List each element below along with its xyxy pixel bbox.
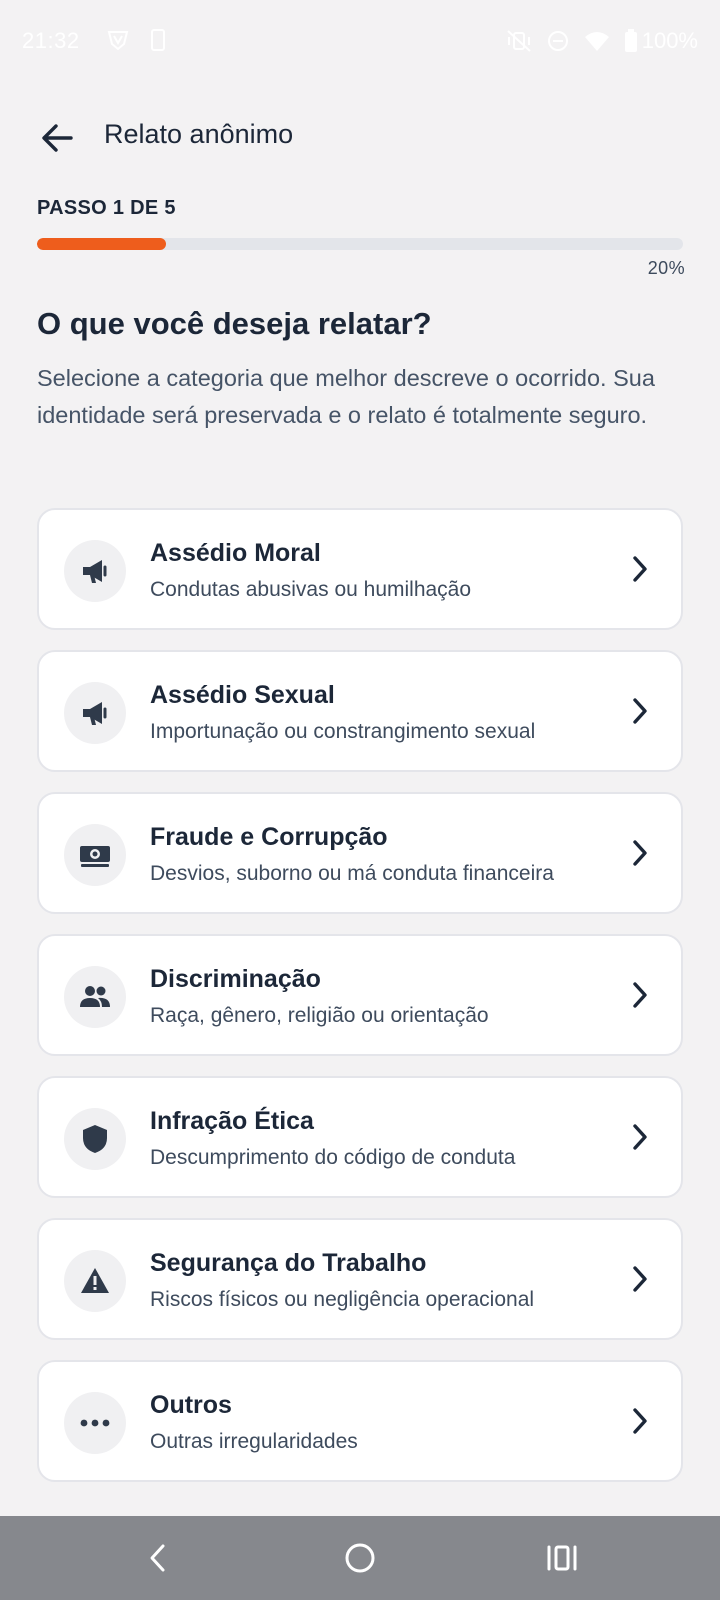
category-card-infracao-etica[interactable]: Infração Ética Descumprimento do código … (37, 1076, 683, 1198)
category-card-assedio-sexual[interactable]: Assédio Sexual Importunação ou constrang… (37, 650, 683, 772)
progress-percent: 20% (647, 258, 685, 278)
category-subtitle: Importunação ou constrangimento sexual (150, 720, 536, 743)
category-subtitle: Desvios, suborno ou má conduta financeir… (150, 862, 554, 885)
question-subtitle: Selecione a categoria que melhor descrev… (37, 365, 655, 428)
nav-home-button[interactable] (338, 1536, 382, 1580)
nav-back-button[interactable] (136, 1536, 180, 1580)
category-subtitle: Descumprimento do código de conduta (150, 1146, 516, 1169)
category-title: Outros (150, 1391, 232, 1419)
back-button[interactable] (34, 114, 82, 162)
category-subtitle: Riscos físicos ou negligência operaciona… (150, 1288, 535, 1311)
vibrate-off-icon (506, 29, 532, 53)
status-time: 21:32 (22, 28, 80, 53)
category-title: Discriminação (150, 965, 321, 993)
category-card-assedio-moral[interactable]: Assédio Moral Condutas abusivas ou humil… (37, 508, 683, 630)
category-subtitle: Raça, gênero, religião ou orientação (150, 1004, 489, 1027)
chevron-right-icon (633, 556, 647, 582)
category-title: Fraude e Corrupção (150, 823, 388, 851)
progress-bar (37, 238, 683, 250)
chevron-right-icon (633, 1408, 647, 1434)
category-title: Infração Ética (150, 1107, 314, 1135)
category-list: Assédio Moral Condutas abusivas ou humil… (37, 508, 683, 1502)
shield-icon (83, 1125, 107, 1153)
money-icon (80, 846, 110, 867)
category-subtitle: Condutas abusivas ou humilhação (150, 578, 472, 601)
step-label: PASSO 1 DE 5 (37, 197, 176, 219)
category-card-discriminacao[interactable]: Discriminação Raça, gênero, religião ou … (37, 934, 683, 1056)
arrow-left-icon (42, 124, 73, 152)
progress-fill (37, 238, 167, 250)
page-title: Relato anônimo (104, 119, 294, 149)
people-icon (80, 986, 110, 1007)
vpn-shield-icon (106, 28, 130, 52)
battery-percent: 100% (641, 28, 698, 53)
system-nav-bar (0, 1516, 720, 1600)
category-title: Segurança do Trabalho (150, 1249, 427, 1277)
category-title: Assédio Moral (150, 539, 321, 567)
nav-home-icon (345, 1543, 375, 1573)
dnd-icon (546, 29, 570, 53)
status-bar: 21:32 100% (0, 0, 720, 86)
nav-recents-icon (547, 1545, 577, 1571)
chevron-right-icon (633, 982, 647, 1008)
category-card-outros[interactable]: Outros Outras irregularidades (37, 1360, 683, 1482)
chevron-right-icon (633, 840, 647, 866)
category-subtitle: Outras irregularidades (150, 1430, 358, 1453)
wifi-icon (584, 30, 610, 52)
battery-icon: 100% (624, 28, 698, 54)
category-card-seguranca-trabalho[interactable]: Segurança do Trabalho Riscos físicos ou … (37, 1218, 683, 1340)
chevron-right-icon (633, 698, 647, 724)
nav-back-icon (150, 1544, 165, 1572)
category-card-fraude-corrupcao[interactable]: Fraude e Corrupção Desvios, suborno ou m… (37, 792, 683, 914)
chevron-right-icon (633, 1124, 647, 1150)
chevron-right-icon (633, 1266, 647, 1292)
question-heading: O que você deseja relatar? (37, 306, 432, 341)
app-bar: Relato anônimo (0, 100, 720, 174)
megaphone-icon (83, 702, 107, 725)
more-horizontal-icon (80, 1419, 110, 1427)
nav-recents-button[interactable] (540, 1536, 584, 1580)
megaphone-icon (83, 560, 107, 583)
phone-icon (150, 28, 166, 52)
warning-icon (81, 1268, 109, 1293)
category-title: Assédio Sexual (150, 681, 335, 709)
